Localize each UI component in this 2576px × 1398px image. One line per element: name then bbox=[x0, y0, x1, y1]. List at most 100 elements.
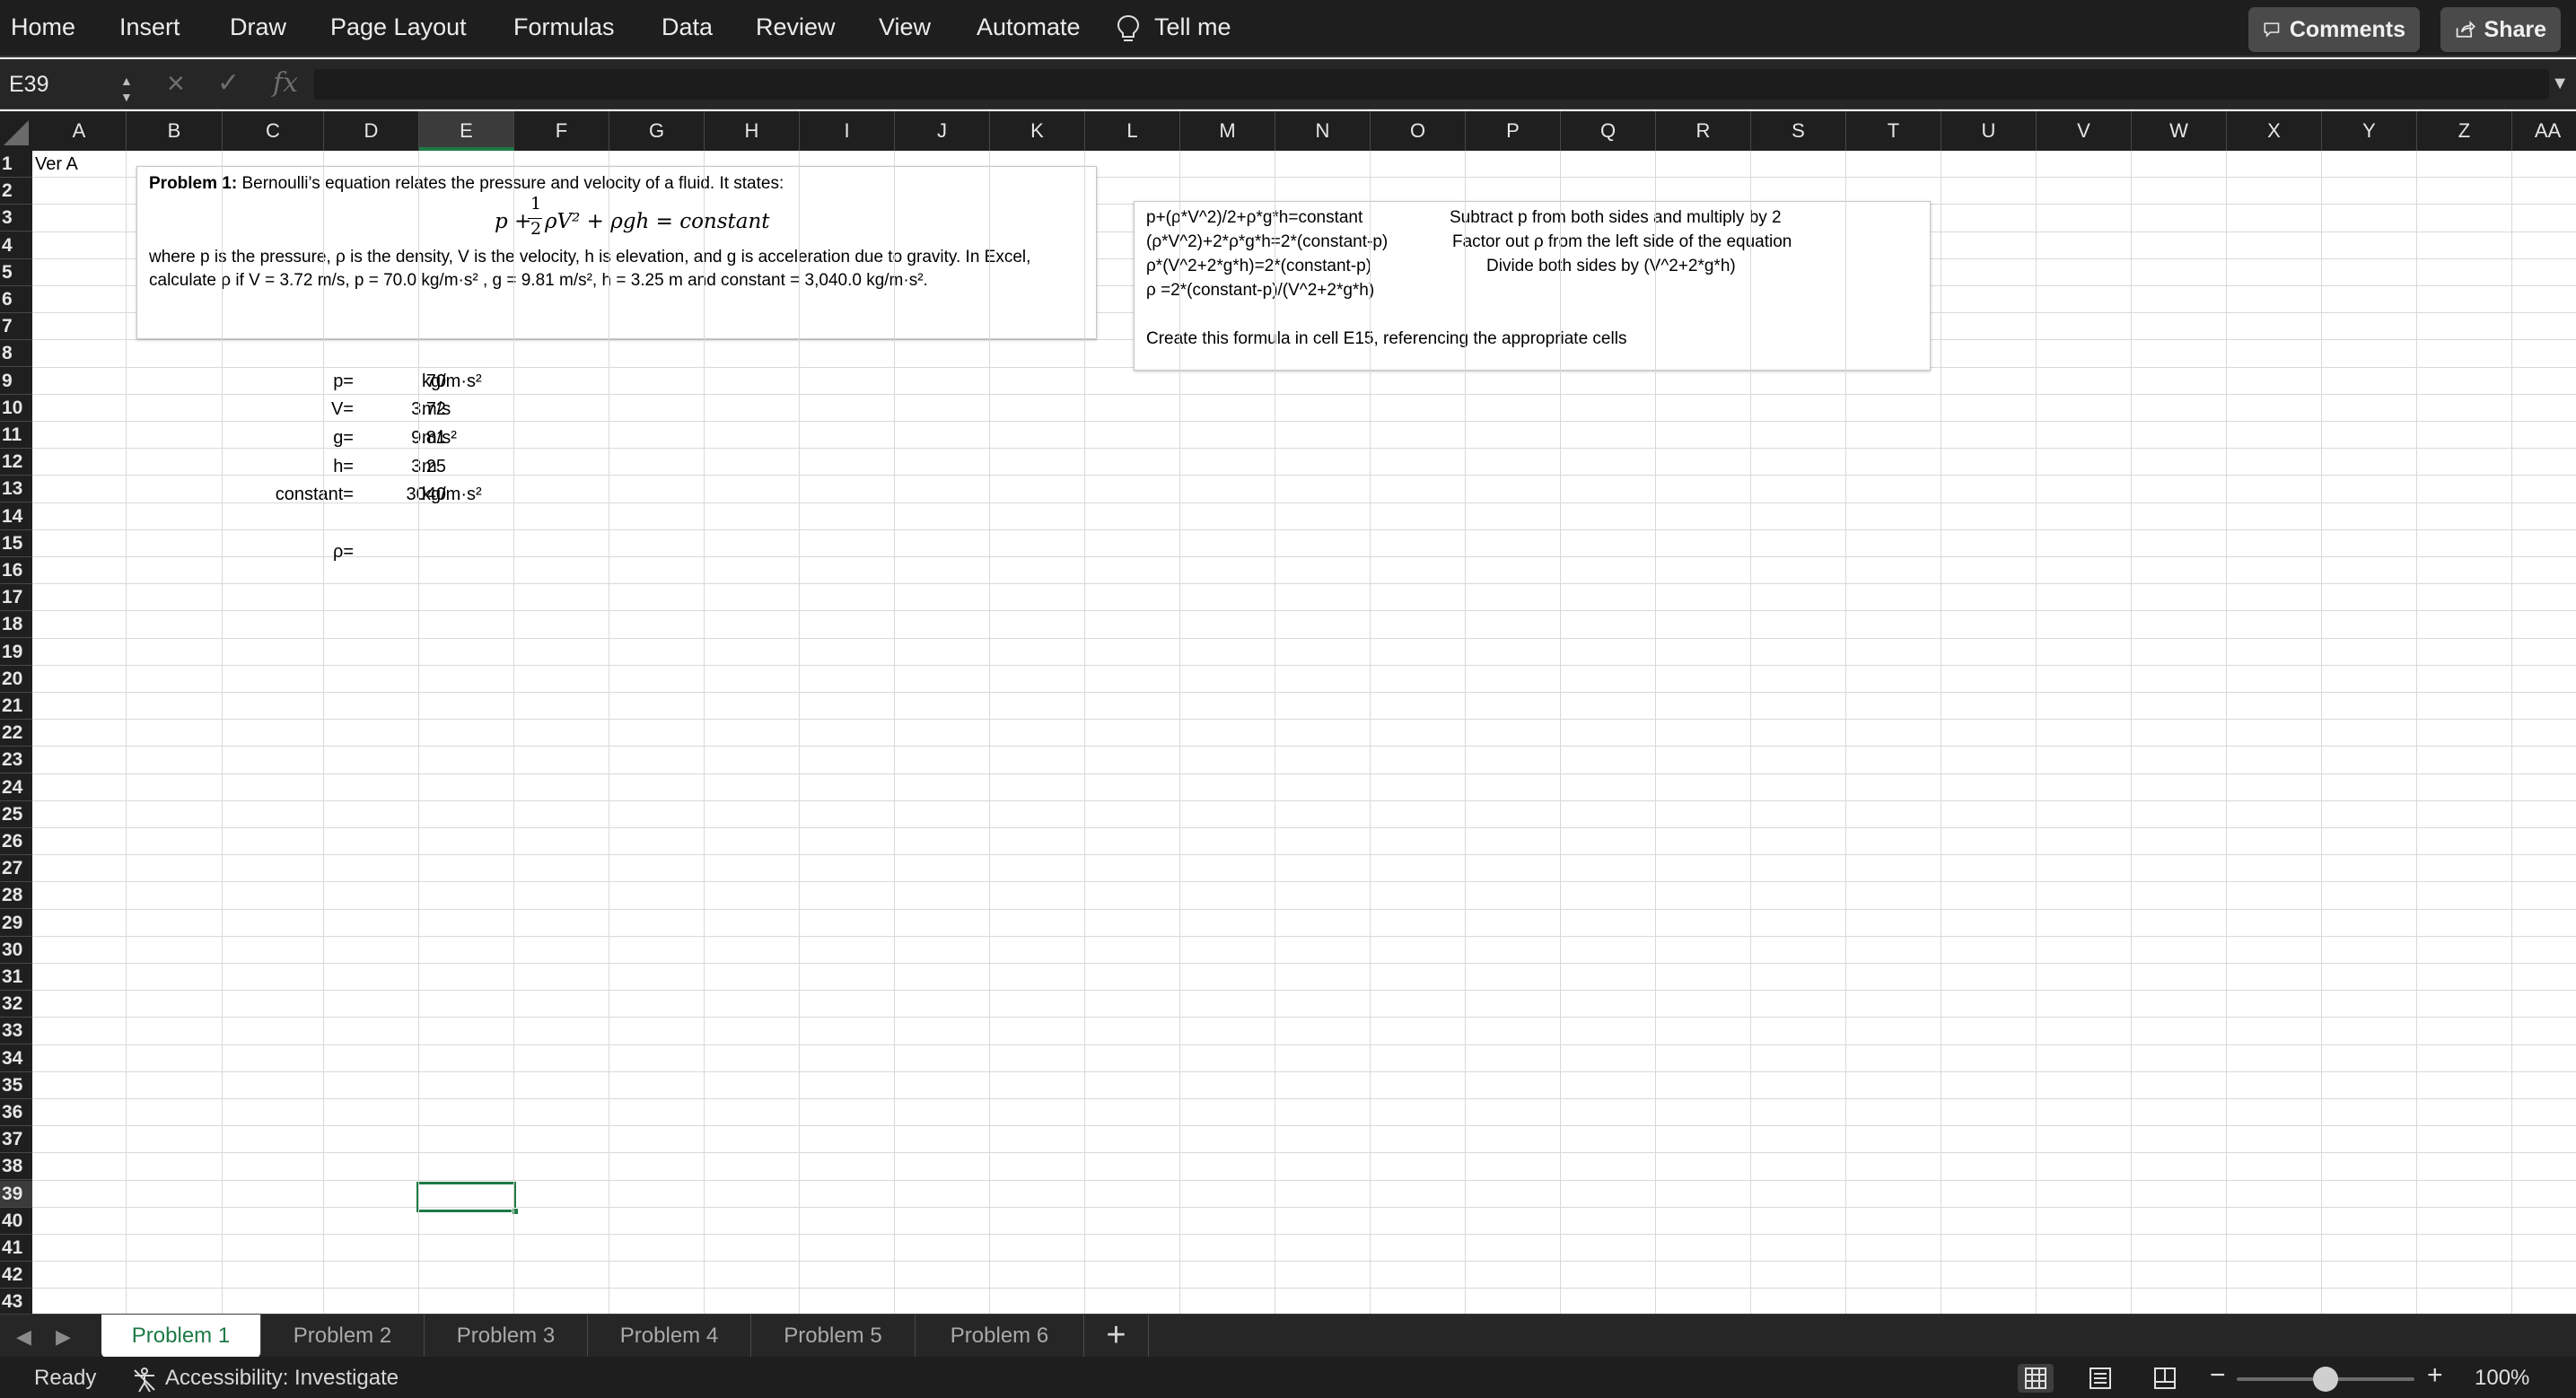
tab-page-layout[interactable]: Page Layout bbox=[330, 13, 467, 41]
tab-formulas[interactable]: Formulas bbox=[513, 13, 615, 41]
row-header-16[interactable]: 16 bbox=[0, 557, 32, 584]
row-header-26[interactable]: 26 bbox=[0, 828, 32, 855]
cell-e13[interactable]: kg/m·s² bbox=[422, 481, 482, 508]
add-sheet-button[interactable]: + bbox=[1084, 1315, 1149, 1358]
row-header-21[interactable]: 21 bbox=[0, 693, 32, 720]
comments-button[interactable]: Comments bbox=[2248, 7, 2420, 52]
sheet-tab-problem-5[interactable]: Problem 5 bbox=[751, 1315, 916, 1358]
column-header-w[interactable]: W bbox=[2132, 111, 2227, 151]
cell-area[interactable]: Ver A p= 70 kg/m·s² V= 3.72 m/s g= 9.81 … bbox=[32, 151, 2576, 1314]
zoom-out-button[interactable]: − bbox=[2210, 1360, 2226, 1391]
column-header-d[interactable]: D bbox=[324, 111, 419, 151]
column-header-t[interactable]: T bbox=[1846, 111, 1941, 151]
sheet-tab-problem-3[interactable]: Problem 3 bbox=[425, 1315, 588, 1358]
column-header-y[interactable]: Y bbox=[2322, 111, 2417, 151]
row-header-43[interactable]: 43 bbox=[0, 1289, 32, 1314]
row-header-4[interactable]: 4 bbox=[0, 232, 32, 259]
row-header-1[interactable]: 1 bbox=[0, 151, 32, 178]
row-header-2[interactable]: 2 bbox=[0, 178, 32, 205]
row-header-8[interactable]: 8 bbox=[0, 340, 32, 367]
page-layout-view-button[interactable] bbox=[2082, 1364, 2118, 1393]
enter-check-icon[interactable]: ✓ bbox=[217, 68, 240, 99]
row-header-30[interactable]: 30 bbox=[0, 937, 32, 964]
row-header-22[interactable]: 22 bbox=[0, 720, 32, 747]
column-header-i[interactable]: I bbox=[800, 111, 895, 151]
share-button[interactable]: Share bbox=[2440, 7, 2561, 52]
row-header-34[interactable]: 34 bbox=[0, 1045, 32, 1072]
row-header-33[interactable]: 33 bbox=[0, 1018, 32, 1044]
column-header-u[interactable]: U bbox=[1941, 111, 2037, 151]
row-header-18[interactable]: 18 bbox=[0, 611, 32, 638]
row-header-13[interactable]: 13 bbox=[0, 476, 32, 502]
normal-view-button[interactable] bbox=[2018, 1364, 2054, 1393]
column-header-l[interactable]: L bbox=[1085, 111, 1180, 151]
next-sheet-icon[interactable]: ▶ bbox=[56, 1325, 71, 1349]
row-header-31[interactable]: 31 bbox=[0, 964, 32, 991]
active-cell-e39[interactable] bbox=[416, 1182, 519, 1215]
row-header-9[interactable]: 9 bbox=[0, 368, 32, 395]
row-header-39[interactable]: 39 bbox=[0, 1181, 32, 1208]
column-header-s[interactable]: S bbox=[1751, 111, 1846, 151]
tab-view[interactable]: View bbox=[879, 13, 931, 41]
row-header-3[interactable]: 3 bbox=[0, 205, 32, 232]
expand-formula-bar-icon[interactable]: ▼ bbox=[2551, 74, 2569, 94]
column-header-j[interactable]: J bbox=[895, 111, 990, 151]
row-header-20[interactable]: 20 bbox=[0, 666, 32, 693]
tab-insert[interactable]: Insert bbox=[119, 13, 180, 41]
zoom-level[interactable]: 100% bbox=[2475, 1366, 2529, 1391]
cell-e10[interactable]: m/s bbox=[422, 396, 451, 423]
cell-e12[interactable]: m bbox=[422, 453, 437, 480]
column-header-g[interactable]: G bbox=[609, 111, 705, 151]
column-header-m[interactable]: M bbox=[1180, 111, 1275, 151]
sheet-tab-problem-6[interactable]: Problem 6 bbox=[916, 1315, 1084, 1358]
sheet-tab-problem-4[interactable]: Problem 4 bbox=[588, 1315, 751, 1358]
column-header-aa[interactable]: AA bbox=[2512, 111, 2576, 151]
row-header-41[interactable]: 41 bbox=[0, 1235, 32, 1262]
row-header-29[interactable]: 29 bbox=[0, 910, 32, 937]
name-box[interactable]: E39 ▲ ▼ bbox=[0, 66, 144, 104]
cell-e11[interactable]: m/s² bbox=[422, 424, 457, 451]
column-header-v[interactable]: V bbox=[2037, 111, 2132, 151]
column-header-x[interactable]: X bbox=[2227, 111, 2322, 151]
row-header-19[interactable]: 19 bbox=[0, 639, 32, 666]
row-header-6[interactable]: 6 bbox=[0, 286, 32, 313]
column-header-c[interactable]: C bbox=[223, 111, 324, 151]
column-header-z[interactable]: Z bbox=[2417, 111, 2512, 151]
column-header-b[interactable]: B bbox=[127, 111, 223, 151]
row-header-37[interactable]: 37 bbox=[0, 1126, 32, 1153]
row-header-36[interactable]: 36 bbox=[0, 1099, 32, 1126]
row-header-40[interactable]: 40 bbox=[0, 1208, 32, 1235]
column-header-e[interactable]: E bbox=[419, 111, 514, 151]
row-header-12[interactable]: 12 bbox=[0, 449, 32, 476]
tab-data[interactable]: Data bbox=[662, 13, 713, 41]
prev-sheet-icon[interactable]: ◀ bbox=[16, 1325, 31, 1349]
column-header-n[interactable]: N bbox=[1275, 111, 1371, 151]
zoom-in-button[interactable]: + bbox=[2427, 1360, 2443, 1391]
cell-c15[interactable]: ρ= bbox=[221, 538, 354, 565]
row-header-38[interactable]: 38 bbox=[0, 1153, 32, 1180]
zoom-slider-thumb[interactable] bbox=[2313, 1367, 2338, 1392]
column-header-a[interactable]: A bbox=[32, 111, 127, 151]
row-header-23[interactable]: 23 bbox=[0, 747, 32, 773]
row-header-15[interactable]: 15 bbox=[0, 530, 32, 557]
tab-draw[interactable]: Draw bbox=[230, 13, 286, 41]
row-header-14[interactable]: 14 bbox=[0, 503, 32, 530]
cancel-icon[interactable]: × bbox=[167, 68, 185, 99]
column-header-k[interactable]: K bbox=[990, 111, 1085, 151]
row-header-24[interactable]: 24 bbox=[0, 774, 32, 801]
row-header-28[interactable]: 28 bbox=[0, 882, 32, 909]
row-header-27[interactable]: 27 bbox=[0, 855, 32, 882]
formula-input[interactable] bbox=[314, 69, 2549, 100]
cell-a1[interactable]: Ver A bbox=[35, 151, 78, 178]
insert-function-icon[interactable]: fx bbox=[273, 68, 298, 99]
column-header-p[interactable]: P bbox=[1466, 111, 1561, 151]
row-header-42[interactable]: 42 bbox=[0, 1262, 32, 1289]
tab-review[interactable]: Review bbox=[756, 13, 836, 41]
tab-automate[interactable]: Automate bbox=[977, 13, 1081, 41]
column-header-f[interactable]: F bbox=[514, 111, 609, 151]
sheet-tab-problem-1[interactable]: Problem 1 bbox=[101, 1315, 261, 1358]
name-box-down-icon[interactable]: ▼ bbox=[120, 79, 133, 115]
cell-e9[interactable]: kg/m·s² bbox=[422, 368, 482, 395]
row-header-35[interactable]: 35 bbox=[0, 1072, 32, 1099]
hint-text-box[interactable]: p+(ρ*V^2)/2+ρ*g*h=constant (ρ*V^2)+2*ρ*g… bbox=[1134, 201, 1931, 371]
